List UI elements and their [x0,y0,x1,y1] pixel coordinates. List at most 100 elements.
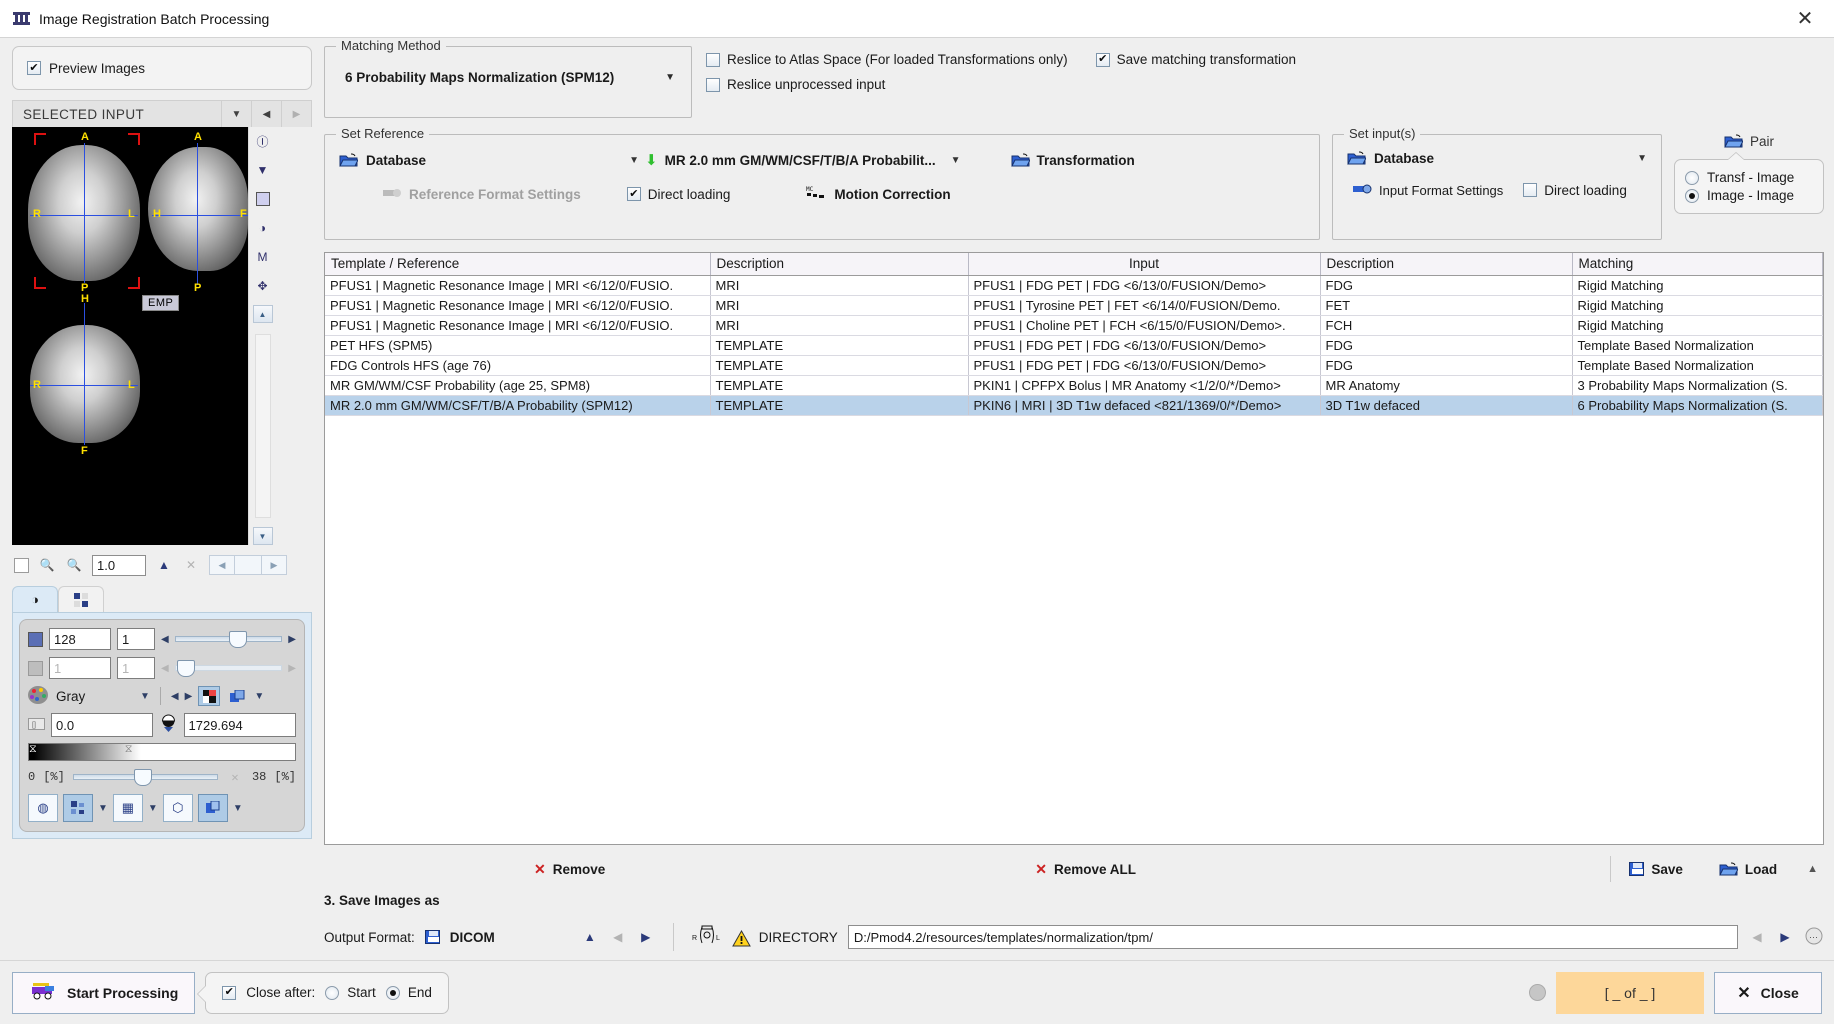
reference-target-combobox[interactable]: ⬇ MR 2.0 mm GM/WM/CSF/T/B/A Probabilit..… [645,151,961,169]
chevron-down-icon[interactable]: ▼ [629,155,639,166]
reslice-unprocessed-row[interactable]: Reslice unprocessed input [706,77,885,92]
grid-caret-icon[interactable]: ▼ [148,803,158,814]
directory-path-input[interactable]: D:/Pmod4.2/resources/templates/normaliza… [847,925,1738,949]
chevron-down-icon[interactable]: ▼ [951,155,961,166]
grid-overlay-icon[interactable]: ▦ [112,794,143,822]
fusion-caret-icon[interactable]: ▼ [233,803,243,814]
page-prev-button[interactable]: ◀ [209,555,235,575]
selected-input-next-icon[interactable]: ▶ [281,101,311,127]
markers-display-icon[interactable] [63,794,93,822]
close-after-checkbox[interactable] [222,985,237,1000]
zoom-caret-icon[interactable]: ▲ [155,556,173,574]
viewer-scroll-track[interactable] [254,334,271,518]
reslice-unprocessed-checkbox[interactable] [706,77,720,92]
contrast-icon[interactable]: ◑ [252,218,274,238]
table-row[interactable]: PET HFS (SPM5) TEMPLATE PFUS1 | FDG PET … [325,335,1823,356]
tab-layout[interactable] [58,586,104,612]
save-matching-transformation-checkbox[interactable] [1095,52,1110,67]
chevron-down-icon[interactable]: ▼ [665,72,675,83]
invert-colortable-icon[interactable] [198,686,221,706]
matching-method-combobox[interactable]: 6 Probability Maps Normalization (SPM12)… [335,65,681,89]
pair-option-image-image[interactable]: Image - Image [1685,188,1813,203]
input-direct-loading-checkbox[interactable] [1523,183,1538,197]
reslice-atlas-checkbox[interactable] [706,52,720,67]
table-row[interactable]: FDG Controls HFS (age 76) TEMPLATE PFUS1… [325,355,1823,376]
reference-source-combobox[interactable]: Database ▼ [339,153,639,168]
slice-step-input[interactable]: 1 [117,628,155,650]
fit-checkbox[interactable] [14,557,29,573]
dither-icon[interactable]: ◍ [28,794,58,822]
load-button[interactable]: Load [1719,862,1777,877]
color-square-icon[interactable] [252,189,274,209]
threshold-min-input[interactable]: 0.0 [51,713,153,737]
scroll-down-button[interactable]: ▼ [252,527,273,545]
crosshair-icon[interactable]: ✥ [252,276,274,296]
table-row[interactable]: MR GM/WM/CSF Probability (age 25, SPM8) … [325,375,1823,396]
colortable-caret-icon[interactable]: ▼ [140,691,150,702]
colortable-more-icon[interactable]: ▼ [254,691,264,702]
page-stepper[interactable]: ◀ ▶ [209,555,287,575]
slice-next-icon[interactable]: ▶ [288,634,296,645]
chevron-down-icon[interactable]: ▼ [1637,153,1647,164]
threshold-max-input[interactable]: 1729.694 [183,713,296,737]
percent-slider[interactable] [72,768,218,786]
directory-next-icon[interactable]: ▶ [1776,928,1794,946]
remove-all-button[interactable]: ✕ Remove ALL [1035,861,1136,878]
close-button[interactable]: ✕ Close [1714,971,1822,1014]
radio-close-after-start[interactable] [325,985,340,1000]
slice-slider[interactable] [174,630,283,648]
zoom-out-icon[interactable]: 🔍 [65,556,83,574]
copy-colortable-icon[interactable] [226,686,248,706]
pair-button[interactable]: Pair [1674,134,1824,149]
output-format-value[interactable]: DICOM [450,930,495,945]
table-row[interactable]: PFUS1 | Magnetic Resonance Image | MRI <… [325,295,1823,316]
zoom-clear-icon[interactable]: ✕ [182,556,200,574]
column-header-input[interactable]: Input [968,253,1321,276]
pair-option-transf-image[interactable]: Transf - Image [1685,170,1813,185]
preview-images-checkbox[interactable] [27,61,41,75]
reslice-atlas-row[interactable]: Reslice to Atlas Space (For loaded Trans… [706,52,1068,67]
colortable-value[interactable]: Gray [56,689,134,704]
threshold-icon[interactable] [159,714,178,736]
slice-prev-icon[interactable]: ◀ [161,634,169,645]
zoom-in-icon[interactable]: 🔍 [38,556,56,574]
close-icon[interactable]: ✕ [1788,4,1822,34]
save-matching-transformation-row[interactable]: Save matching transformation [1095,52,1296,67]
transformation-button[interactable]: Transformation [1010,153,1135,168]
output-format-next-icon[interactable]: ▶ [637,928,655,946]
column-header-matching[interactable]: Matching [1572,253,1823,276]
page-next-button[interactable]: ▶ [261,555,287,575]
table-row[interactable]: PFUS1 | Magnetic Resonance Image | MRI <… [325,315,1823,336]
colorbar-gradient[interactable]: ⧖ ⧖ [28,743,296,761]
input-direct-loading-row[interactable]: Direct loading [1523,183,1627,198]
radio-close-after-end[interactable] [385,985,400,1000]
layer1-color-swatch[interactable] [28,631,43,647]
preview-images-row[interactable]: Preview Images [12,46,312,90]
zoom-value-input[interactable]: 1.0 [92,554,146,576]
info-icon[interactable]: Ⓘ [252,131,274,151]
table-row[interactable]: MR 2.0 mm GM/WM/CSF/T/B/A Probability (S… [325,395,1823,416]
brain-image-viewer[interactable]: A P R L A P H F EMP H R L F [12,127,248,545]
table-empty-area[interactable] [325,415,1823,844]
contour-icon[interactable]: ⬡ [162,794,193,822]
radio-image-image[interactable] [1685,188,1699,203]
colortable-next-icon[interactable]: ▶ [185,691,193,702]
column-header-input-description[interactable]: Description [1320,253,1573,276]
palette-icon[interactable] [28,686,50,706]
motion-correction-button[interactable]: MC Motion Correction [806,185,950,203]
percent-clear-icon[interactable]: ✕ [226,768,244,786]
directory-prev-icon[interactable]: ◀ [1748,928,1766,946]
chevron-down-icon[interactable]: ▼ [252,160,274,180]
radio-transf-image[interactable] [1685,170,1699,185]
scroll-up-button[interactable]: ▲ [252,305,273,323]
selected-input-prev-icon[interactable]: ◀ [251,101,281,127]
remove-button[interactable]: ✕ Remove [534,861,605,878]
slice-index-input[interactable]: 128 [49,628,111,650]
selected-input-dropdown-icon[interactable]: ▼ [221,101,251,127]
output-format-prev-icon[interactable]: ◀ [609,928,627,946]
reference-direct-loading-row[interactable]: Direct loading [626,187,730,202]
markers-caret-icon[interactable]: ▼ [98,803,108,814]
table-row[interactable]: PFUS1 | Magnetic Resonance Image | MRI <… [325,275,1823,296]
input-source-combobox[interactable]: Database ▼ [1347,151,1647,166]
tab-contrast[interactable]: ◑ [12,586,58,612]
